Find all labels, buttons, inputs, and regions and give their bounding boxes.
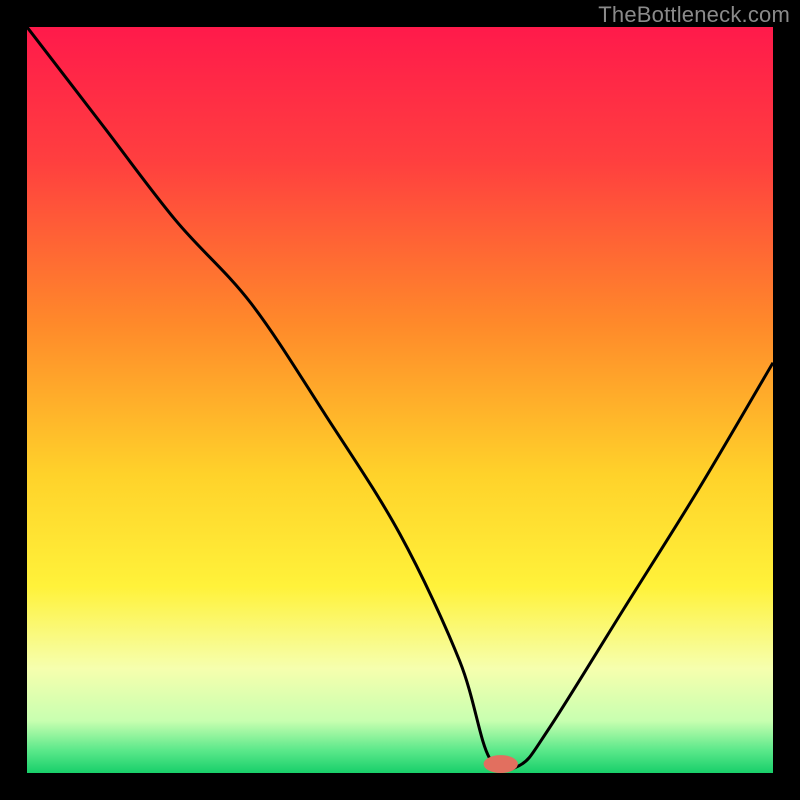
plot-area bbox=[27, 27, 773, 773]
optimum-marker bbox=[484, 755, 518, 773]
chart-frame: TheBottleneck.com bbox=[0, 0, 800, 800]
gradient-background bbox=[27, 27, 773, 773]
attribution-text: TheBottleneck.com bbox=[598, 2, 790, 28]
chart-svg bbox=[27, 27, 773, 773]
